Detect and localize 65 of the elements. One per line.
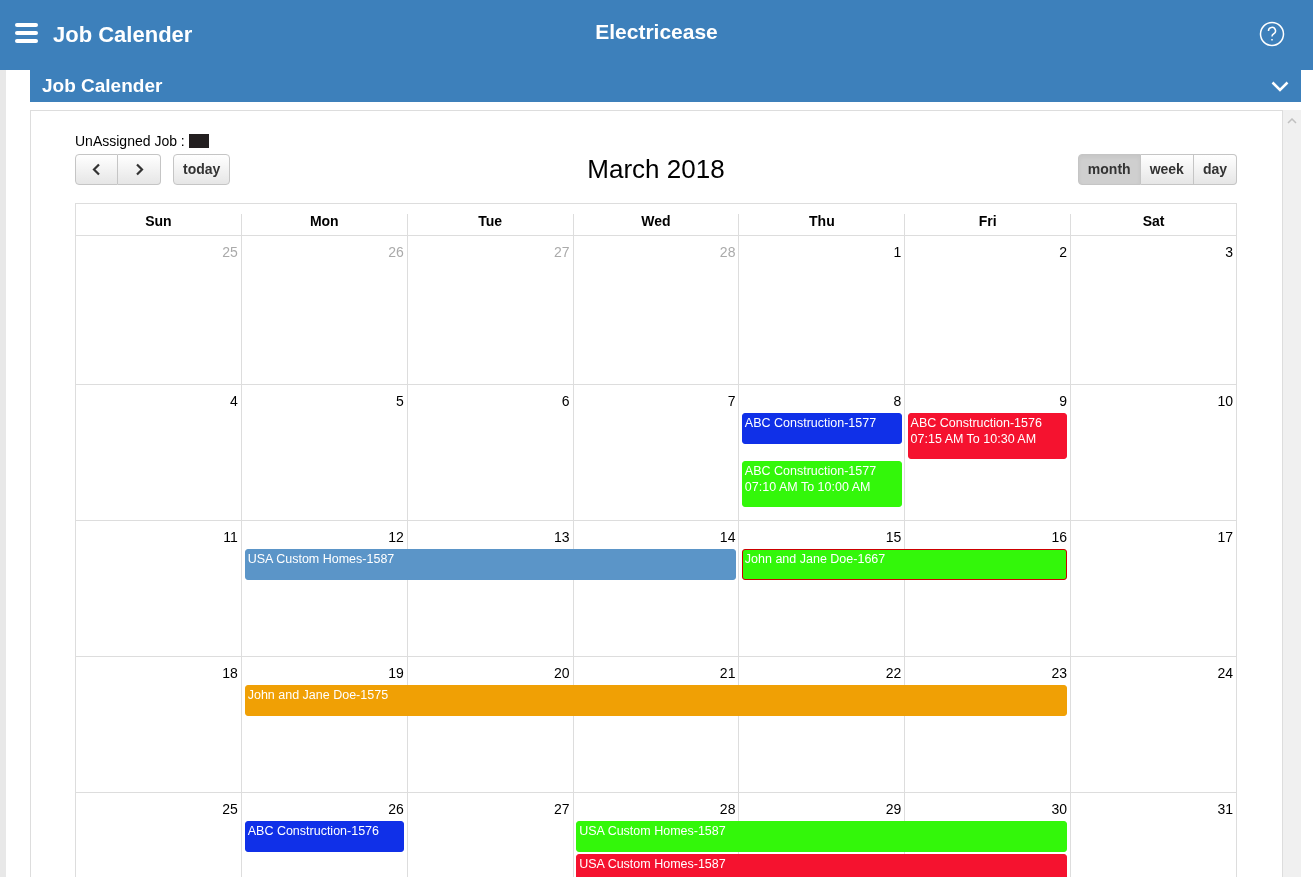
day-number: 4 [230,392,238,411]
day-number: 3 [1225,243,1233,262]
day-number: 21 [719,664,736,683]
day-number: 31 [1217,800,1233,819]
day-number: 29 [885,800,902,819]
calendar-title: March 2018 [587,152,725,186]
day-number: 20 [554,664,570,683]
view-button[interactable]: month [1077,153,1141,185]
calendar-event[interactable]: John and Jane Doe-1575 [244,685,1068,716]
calendar-event[interactable]: USA Custom Homes-1587 [244,549,736,580]
day-number: 19 [388,664,404,683]
day-number: 9 [1059,392,1068,411]
calendar-event[interactable]: ABC Construction-1576 [244,821,405,852]
chevron-left-icon [92,162,101,176]
day-number: 27 [554,243,570,262]
weekday-header: Sun [145,212,172,231]
day-number: 14 [719,528,736,547]
help-icon[interactable] [1259,21,1285,47]
day-number: 22 [885,664,902,683]
legend-label: UnAssigned Job : [75,131,185,151]
day-number: 15 [885,528,902,547]
day-number: 30 [1051,800,1068,819]
weekday-header: Fri [978,212,997,231]
app-name: Electricease [595,19,718,45]
weekday-header: Sat [1142,212,1165,231]
weekday-header: Tue [478,212,503,231]
day-number: 6 [561,392,570,411]
day-number: 12 [388,528,404,547]
day-number: 25 [222,800,238,819]
previous-button[interactable] [75,153,118,185]
day-number: 28 [719,800,736,819]
day-number: 28 [719,243,736,262]
view-button[interactable]: week [1140,153,1194,185]
day-number: 26 [388,243,404,262]
menu-icon[interactable] [15,23,38,43]
page-title: Job Calender [53,21,193,49]
day-number: 1 [893,243,902,262]
calendar-event[interactable]: USA Custom Homes-1587 [576,854,1068,877]
day-number: 17 [1217,528,1233,547]
day-number: 10 [1217,392,1233,411]
panel-title: Job Calender [42,73,163,98]
weekday-header: Wed [641,212,671,231]
day-number: 23 [1051,664,1068,683]
day-number: 8 [893,392,902,411]
view-button[interactable]: day [1193,153,1237,185]
next-button[interactable] [118,153,161,185]
day-number: 25 [222,243,238,262]
day-number: 7 [727,392,736,411]
weekday-header: Thu [809,212,835,231]
day-number: 24 [1217,664,1233,683]
chevron-down-icon[interactable] [1271,80,1289,92]
day-number: 27 [554,800,570,819]
day-number: 18 [222,664,238,683]
day-number: 5 [395,392,404,411]
weekday-header: Mon [309,212,339,231]
today-button[interactable]: today [173,153,231,185]
day-number: 11 [223,528,238,547]
day-number: 26 [388,800,404,819]
day-number: 2 [1059,243,1068,262]
scrollbar[interactable] [1283,110,1301,877]
calendar-event[interactable]: ABC Construction-1576 07:15 AM To 10:30 AM [907,413,1068,459]
day-number: 16 [1051,528,1068,547]
day-number: 13 [554,528,570,547]
chevron-right-icon [134,162,144,176]
calendar-event[interactable]: ABC Construction-1577 [741,413,902,444]
